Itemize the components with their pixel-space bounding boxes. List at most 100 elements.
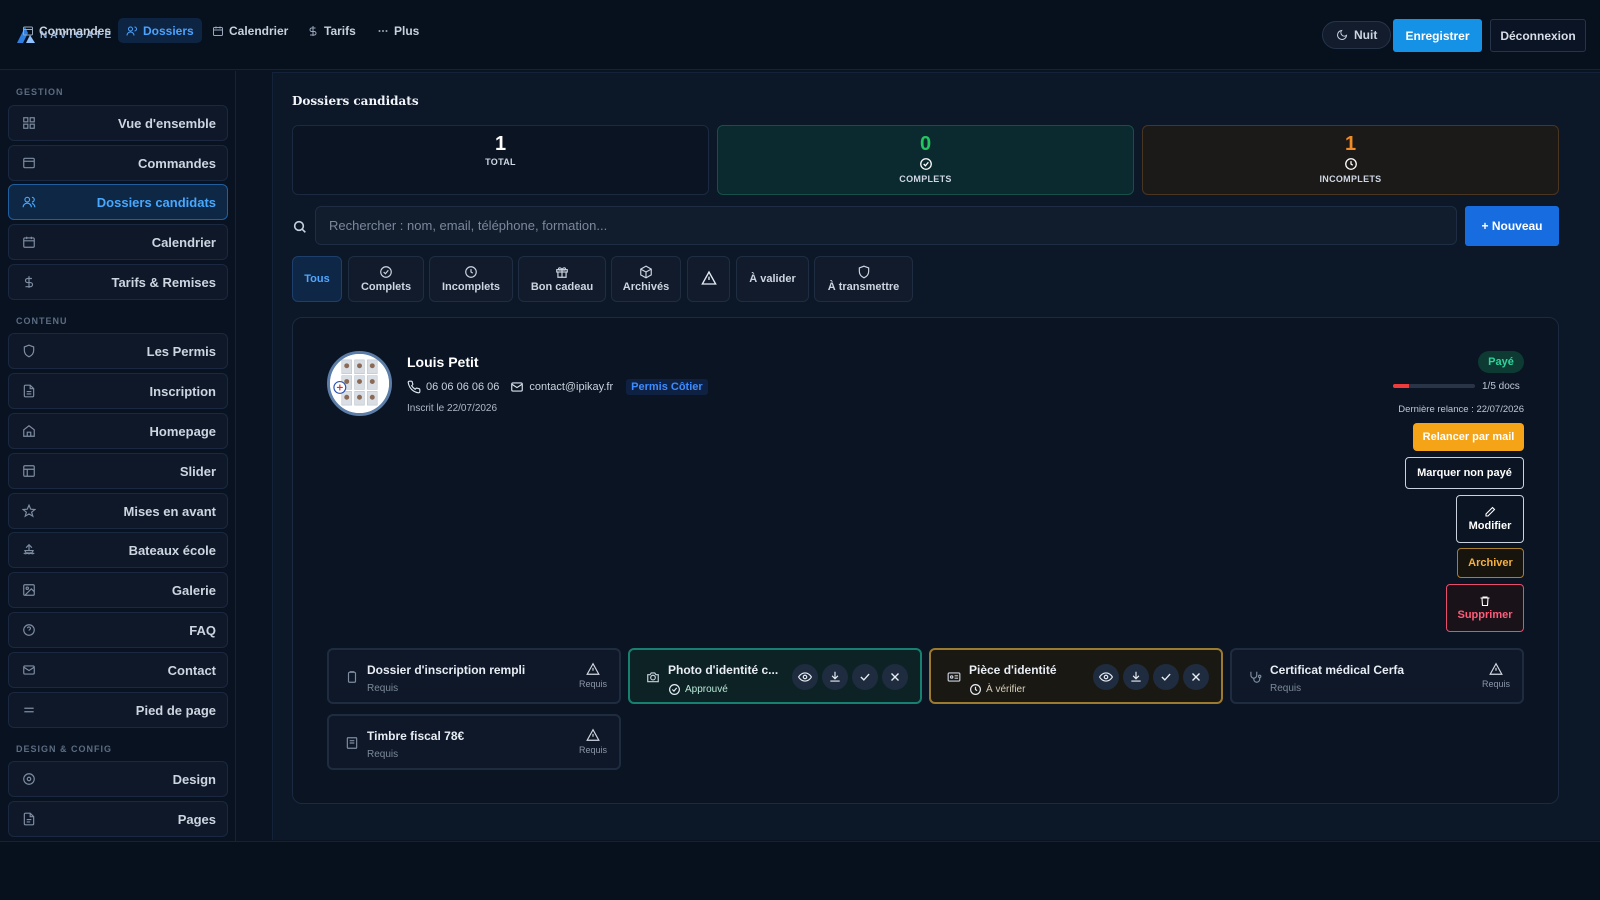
document-card-identity[interactable]: Pièce d'identité À vérifier xyxy=(929,648,1223,704)
menu-icon xyxy=(22,703,36,717)
docs-progress-bar xyxy=(1393,384,1475,388)
filter-tous[interactable]: Tous xyxy=(292,256,342,302)
candidate-avatar[interactable] xyxy=(327,351,392,416)
delete-label: Supprimer xyxy=(1457,609,1513,621)
gift-icon xyxy=(555,265,569,279)
mark-unpaid-button[interactable]: Marquer non payé xyxy=(1405,457,1524,489)
new-candidate-button[interactable]: + Nouveau xyxy=(1465,206,1559,246)
document-required-badge: Requis xyxy=(1482,662,1510,689)
archive-button[interactable]: Archiver xyxy=(1457,548,1524,578)
filter-a-valider[interactable]: À valider xyxy=(736,256,809,302)
download-icon[interactable] xyxy=(1123,664,1149,690)
sidebar-item-pricing[interactable]: Tarifs & Remises xyxy=(8,264,228,300)
document-card-medical[interactable]: Certificat médical Cerfa Requis Requis xyxy=(1230,648,1524,704)
sidebar-item-contact[interactable]: Contact xyxy=(8,652,228,688)
sidebar-item-label: Vue d'ensemble xyxy=(118,115,216,131)
sidebar-item-label: Homepage xyxy=(149,423,216,439)
download-icon[interactable] xyxy=(822,664,848,690)
sidebar-item-label: Pied de page xyxy=(135,702,216,718)
sidebar-item-pages[interactable]: Pages xyxy=(8,801,228,837)
reject-icon[interactable] xyxy=(1183,664,1209,690)
image-icon xyxy=(22,583,36,597)
filter-label: Bon cadeau xyxy=(530,281,594,293)
stethoscope-icon xyxy=(1248,670,1262,684)
sidebar-item-orders[interactable]: Commandes xyxy=(8,145,228,181)
filter-label: Complets xyxy=(360,281,412,293)
stat-complets-card[interactable]: 0 COMPLETS xyxy=(717,125,1134,195)
candidate-email[interactable]: contact@ipikay.fr xyxy=(529,381,613,393)
filter-label: À transmettre xyxy=(827,281,900,293)
bottom-nav-dossiers[interactable]: Dossiers xyxy=(118,18,202,43)
sidebar-item-label: Commandes xyxy=(137,155,216,171)
sidebar-item-homepage[interactable]: Homepage xyxy=(8,413,228,449)
bottom-nav-plus[interactable]: Plus xyxy=(369,18,427,43)
check-circle-icon xyxy=(379,265,393,279)
logout-button[interactable]: Déconnexion xyxy=(1490,19,1586,52)
delete-button[interactable]: Supprimer xyxy=(1446,584,1524,632)
sidebar-item-faq[interactable]: FAQ xyxy=(8,612,228,648)
sidebar-item-overview[interactable]: Vue d'ensemble xyxy=(8,105,228,141)
palette-icon xyxy=(22,772,36,786)
stat-total-card[interactable]: 1 TOTAL xyxy=(292,125,709,195)
sidebar-item-boats[interactable]: Bateaux école xyxy=(8,532,228,568)
reject-icon[interactable] xyxy=(882,664,908,690)
bottom-nav-label: Commandes xyxy=(39,23,112,38)
remind-by-mail-button[interactable]: Relancer par mail xyxy=(1413,423,1524,451)
document-required-badge: Requis xyxy=(579,728,607,755)
document-status: Requis xyxy=(367,749,398,760)
filter-complets[interactable]: Complets xyxy=(348,256,424,302)
filter-archives[interactable]: Archivés xyxy=(611,256,681,302)
document-card-photo[interactable]: Photo d'identité c... Approuvé xyxy=(628,648,922,704)
bottom-nav-calendrier[interactable]: Calendrier xyxy=(204,18,296,43)
sidebar-item-inscription[interactable]: Inscription xyxy=(8,373,228,409)
users-icon xyxy=(22,195,36,209)
stat-total-label: TOTAL xyxy=(485,157,516,167)
sidebar-item-footer[interactable]: Pied de page xyxy=(8,692,228,728)
sidebar-item-calendar[interactable]: Calendrier xyxy=(8,224,228,260)
users-icon xyxy=(126,25,138,37)
calendar-icon xyxy=(212,25,224,37)
document-status-text: Approuvé xyxy=(685,684,728,695)
approve-icon[interactable] xyxy=(1153,664,1179,690)
filter-bon-cadeau[interactable]: Bon cadeau xyxy=(518,256,606,302)
filter-a-transmettre[interactable]: À transmettre xyxy=(814,256,913,302)
stat-incomplets-card[interactable]: 1 INCOMPLETS xyxy=(1142,125,1559,195)
save-button[interactable]: Enregistrer xyxy=(1393,19,1482,52)
sidebar-item-slider[interactable]: Slider xyxy=(8,453,228,489)
document-card-fiscal-stamp[interactable]: Timbre fiscal 78€ Requis Requis xyxy=(327,714,621,770)
edit-label: Modifier xyxy=(1468,520,1512,532)
sidebar-item-design[interactable]: Design xyxy=(8,761,228,797)
bottom-nav-label: Plus xyxy=(394,23,420,38)
bottom-nav-tarifs[interactable]: Tarifs xyxy=(299,18,364,43)
filter-incomplets[interactable]: Incomplets xyxy=(429,256,513,302)
approve-icon[interactable] xyxy=(852,664,878,690)
package-icon xyxy=(639,265,653,279)
clipboard-icon xyxy=(345,670,359,684)
view-icon[interactable] xyxy=(792,664,818,690)
document-status: Requis xyxy=(1270,683,1301,694)
document-card-inscription[interactable]: Dossier d'inscription rempli Requis Requ… xyxy=(327,648,621,704)
bottom-nav-commandes[interactable]: Commandes xyxy=(14,18,119,43)
sidebar-item-gallery[interactable]: Galerie xyxy=(8,572,228,608)
sidebar-item-permis[interactable]: Les Permis xyxy=(8,333,228,369)
phone-icon xyxy=(407,380,421,394)
document-title: Photo d'identité c... xyxy=(668,663,779,677)
sidebar-item-label: Galerie xyxy=(171,582,216,598)
document-status-text: Requis xyxy=(1270,683,1302,694)
receipt-icon xyxy=(345,736,359,750)
theme-toggle-button[interactable]: Nuit xyxy=(1322,21,1392,49)
sidebar-item-candidates[interactable]: Dossiers candidats xyxy=(8,184,228,220)
search-input[interactable] xyxy=(315,206,1457,245)
filter-label: À valider xyxy=(749,273,796,285)
box-icon xyxy=(22,25,34,37)
filter-label: Archivés xyxy=(622,281,670,293)
edit-button[interactable]: Modifier xyxy=(1456,495,1524,543)
view-icon[interactable] xyxy=(1093,664,1119,690)
document-status-text: Requis xyxy=(367,749,399,760)
sidebar-item-featured[interactable]: Mises en avant xyxy=(8,493,228,529)
clock-icon xyxy=(969,683,982,696)
filter-alertes[interactable] xyxy=(687,256,730,302)
document-status-text: À vérifier xyxy=(986,684,1026,695)
candidate-phone[interactable]: 06 06 06 06 06 xyxy=(426,381,499,393)
sidebar-item-label: Dossiers candidats xyxy=(96,194,216,210)
